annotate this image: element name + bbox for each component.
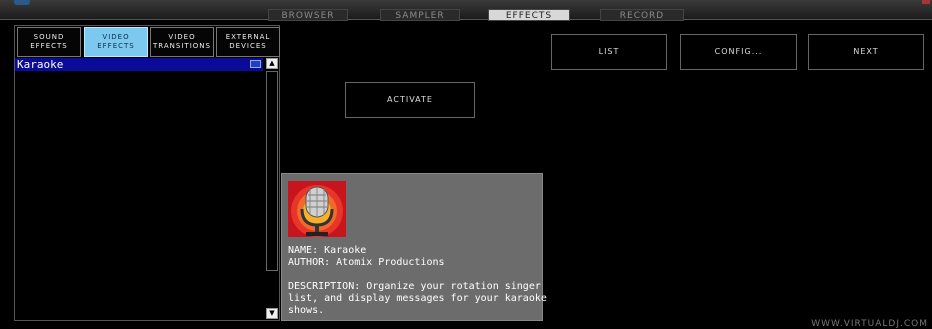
category-video-effects[interactable]: VIDEO EFFECTS bbox=[84, 27, 148, 57]
karaoke-microphone-icon bbox=[288, 181, 346, 237]
activate-button[interactable]: ACTIVATE bbox=[345, 82, 475, 118]
list-item[interactable]: Karaoke bbox=[15, 58, 263, 71]
effect-description-line: shows. bbox=[288, 305, 325, 316]
watermark: WWW.VIRTUALDJ.COM bbox=[811, 319, 928, 329]
logo-mark bbox=[14, 0, 30, 5]
list-button[interactable]: LIST bbox=[551, 34, 667, 70]
category-label: SOUND bbox=[33, 33, 65, 41]
effect-description-line: DESCRIPTION: Organize your rotation sing… bbox=[288, 281, 541, 292]
list-scrollbar[interactable]: ▲ ▼ bbox=[265, 58, 279, 320]
tab-effects[interactable]: EFFECTS bbox=[488, 9, 570, 21]
category-label: EFFECTS bbox=[97, 42, 135, 50]
category-label: EFFECTS bbox=[30, 42, 68, 50]
effects-list: Karaoke bbox=[15, 58, 263, 319]
tab-browser[interactable]: BROWSER bbox=[268, 9, 348, 21]
window-corner-mark bbox=[922, 0, 930, 4]
scroll-up-button[interactable]: ▲ bbox=[266, 58, 278, 69]
config-button[interactable]: CONFIG... bbox=[680, 34, 797, 70]
category-label: DEVICES bbox=[229, 42, 267, 50]
category-label: VIDEO bbox=[102, 33, 130, 41]
category-label: VIDEO bbox=[168, 33, 196, 41]
scroll-track[interactable] bbox=[266, 71, 278, 271]
activate-checkbox[interactable] bbox=[250, 60, 261, 68]
top-bar bbox=[0, 0, 932, 20]
category-label: TRANSITIONS bbox=[153, 42, 211, 50]
tab-sampler[interactable]: SAMPLER bbox=[380, 9, 460, 21]
effect-author: AUTHOR: Atomix Productions bbox=[288, 257, 445, 268]
category-sound-effects[interactable]: SOUND EFFECTS bbox=[17, 27, 81, 57]
next-button[interactable]: NEXT bbox=[808, 34, 924, 70]
tab-record[interactable]: RECORD bbox=[600, 9, 684, 21]
scroll-down-button[interactable]: ▼ bbox=[266, 308, 278, 319]
category-label: EXTERNAL bbox=[225, 33, 271, 41]
effect-description-line: list, and display messages for your kara… bbox=[288, 293, 547, 304]
category-external-devices[interactable]: EXTERNAL DEVICES bbox=[216, 27, 280, 57]
effect-info-panel: NAME: Karaoke AUTHOR: Atomix Productions… bbox=[281, 173, 547, 321]
category-video-transitions[interactable]: VIDEO TRANSITIONS bbox=[150, 27, 214, 57]
effect-name: NAME: Karaoke bbox=[288, 245, 367, 256]
list-item-label: Karaoke bbox=[17, 58, 64, 71]
